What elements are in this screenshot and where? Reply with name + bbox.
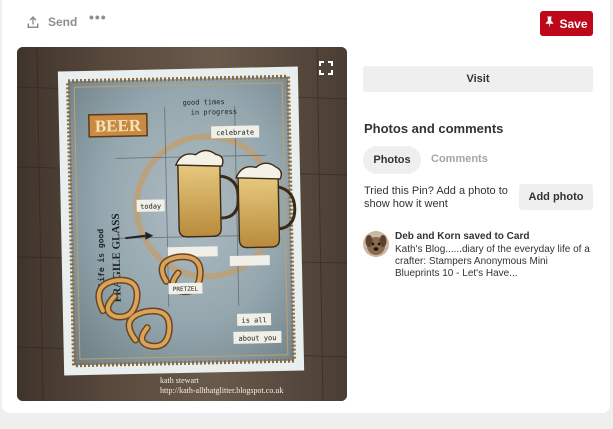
- upload-icon: [26, 15, 40, 29]
- pin-toolbar: Send ••• Save: [2, 0, 610, 44]
- pushpin-icon: [545, 16, 554, 31]
- activity-description: Kath's Blog......diary of the everyday l…: [395, 244, 590, 279]
- card-word-in-progress: in progress: [191, 108, 238, 117]
- send-button[interactable]: Send: [26, 15, 77, 29]
- image-credit: kath stewart http://kath-allthatglitter.…: [160, 376, 283, 396]
- more-options-button[interactable]: •••: [89, 9, 107, 25]
- pin-image[interactable]: BEER good times in progress celebrate to…: [17, 47, 347, 401]
- tried-this-pin-prompt: Tried this Pin? Add a photo to show how …: [364, 185, 508, 210]
- photos-and-comments-heading: Photos and comments: [364, 121, 504, 136]
- dog-avatar-icon: [363, 231, 389, 257]
- pin-image-illustration: BEER good times in progress celebrate to…: [17, 47, 347, 401]
- expand-icon[interactable]: [319, 61, 333, 75]
- add-photo-button[interactable]: Add photo: [519, 184, 593, 210]
- card-word-beer: BEER: [95, 116, 142, 136]
- image-credit-url: http://kath-allthatglitter.blogspot.co.u…: [160, 386, 284, 395]
- avatar[interactable]: [363, 231, 389, 257]
- card-word-life-is-good: life is good: [95, 229, 106, 287]
- visit-button[interactable]: Visit: [363, 66, 593, 92]
- card-word-celebrate: celebrate: [216, 128, 254, 137]
- ellipsis-icon: •••: [89, 9, 107, 25]
- activity-text: Deb and Korn saved to Card Kath's Blog..…: [395, 231, 595, 280]
- card-word-today: today: [140, 202, 161, 210]
- save-button[interactable]: Save: [540, 11, 593, 36]
- pin-closeup-card: Send ••• Save BEER good times in progres…: [2, 0, 610, 413]
- tab-comments[interactable]: Comments: [431, 153, 488, 165]
- card-word-is-all: is all: [241, 316, 266, 325]
- card-word-good-times: good times: [182, 98, 224, 107]
- card-word-fragile-glass: FRAGILE GLASS: [110, 213, 124, 302]
- card-word-pretzel: PRETZEL: [173, 286, 199, 294]
- image-credit-name: kath stewart: [160, 376, 199, 385]
- save-label: Save: [559, 16, 588, 31]
- activity-headline[interactable]: Deb and Korn saved to Card: [395, 231, 529, 242]
- send-label: Send: [48, 15, 78, 29]
- card-word-about-you: about you: [238, 334, 276, 343]
- tab-photos[interactable]: Photos: [363, 146, 421, 174]
